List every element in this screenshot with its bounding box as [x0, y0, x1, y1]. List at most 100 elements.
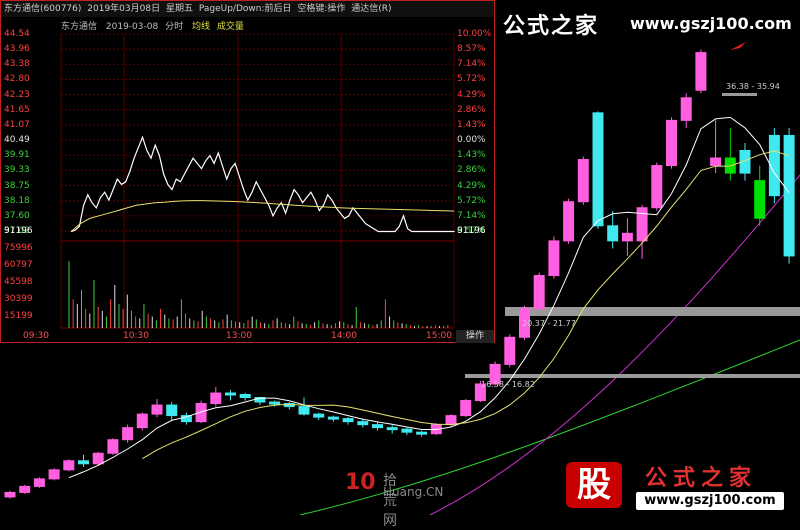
- candle-body: [151, 404, 163, 415]
- price-tick-left: 39.91: [4, 150, 30, 161]
- candle-body: [577, 159, 589, 203]
- price-tick-left: 41.07: [4, 119, 30, 130]
- candle-body: [48, 469, 60, 480]
- candle-body: [666, 119, 677, 167]
- price-tick-left: 37.60: [4, 210, 30, 221]
- percent-tick-right: 5.72%: [457, 195, 486, 206]
- candle-body: [269, 401, 281, 405]
- candle-body: [107, 439, 119, 454]
- candle-body: [357, 421, 369, 426]
- volume-tick-left: 30399: [4, 294, 33, 304]
- watermark-url-bottom: www.gszj100.com: [636, 492, 784, 510]
- percent-tick-right: 4.29%: [457, 180, 486, 191]
- watermark-url-top: www.gszj100.com: [630, 14, 792, 33]
- candle-body: [19, 485, 31, 493]
- candle-body: [372, 424, 383, 429]
- candle-body: [533, 275, 545, 310]
- candle-body: [136, 413, 148, 429]
- candle-body: [298, 406, 310, 415]
- candle-body: [327, 416, 339, 420]
- percent-tick-right: 1.43%: [457, 150, 486, 161]
- percent-tick-right: 10.00%: [457, 29, 492, 39]
- time-tick: 09:30: [23, 331, 49, 341]
- logo-cn-text: 拾荒网: [383, 473, 397, 529]
- time-tick: 15:00: [426, 331, 452, 341]
- candle-body: [122, 427, 134, 441]
- candle-body: [607, 225, 619, 242]
- candle-body: [680, 97, 692, 121]
- percent-tick-right: 7.14%: [457, 59, 486, 70]
- price-tick-left: 42.80: [4, 74, 30, 85]
- candle-body: [636, 207, 648, 242]
- price-tick-left: 42.23: [4, 89, 30, 100]
- candle-body: [225, 392, 236, 396]
- candle-body: [342, 418, 354, 423]
- percent-tick-right: 2.86%: [457, 165, 486, 176]
- ma-band-bar-3: [465, 374, 800, 378]
- time-tick: 10:30: [123, 331, 149, 341]
- volume-tick-left: 15199: [4, 311, 33, 321]
- price-line: [70, 135, 455, 233]
- candle-body: [4, 491, 16, 498]
- candle-body: [445, 415, 457, 426]
- candle-body: [239, 394, 251, 399]
- price-tick-left: 38.75: [4, 180, 30, 191]
- candle-body: [63, 460, 75, 471]
- candle-body: [401, 428, 413, 433]
- price-tick-left: 44.54: [4, 29, 30, 39]
- candle-body: [563, 201, 575, 242]
- ma-band-label-1: 36.38 - 35.94: [726, 82, 780, 91]
- candle-body: [783, 134, 795, 257]
- candle-body: [195, 403, 207, 423]
- volume-tick-right: 91196: [457, 226, 486, 236]
- candle-body: [548, 240, 560, 277]
- candle-body: [92, 452, 104, 465]
- intraday-plot: [60, 33, 455, 329]
- price-tick-left: 39.33: [4, 165, 30, 176]
- candle-body: [460, 400, 472, 417]
- candle-body: [754, 180, 766, 219]
- percent-tick-right: 7.14%: [457, 210, 486, 221]
- watermark-brand-bottom: 公式之家: [645, 466, 758, 491]
- candle-body: [386, 427, 398, 431]
- time-tick: 13:00: [226, 331, 252, 341]
- time-tick: 14:00: [331, 331, 357, 341]
- candle-body: [621, 232, 633, 242]
- candle-body: [592, 112, 604, 227]
- percent-tick-right: 2.86%: [457, 104, 486, 115]
- watermark-brand-top: 公式之家: [503, 14, 600, 39]
- candle-body: [33, 478, 45, 487]
- candle-body: [416, 431, 428, 435]
- candle-body: [78, 460, 89, 465]
- candle-body: [313, 413, 325, 418]
- volume-tick-left: 45598: [4, 277, 33, 287]
- ma-band-label-3: 16.58 - 16.82: [481, 380, 535, 389]
- percent-tick-right: 4.29%: [457, 89, 486, 100]
- price-tick-left: 43.96: [4, 44, 30, 55]
- operate-button[interactable]: 操作: [456, 330, 494, 343]
- price-tick-left: 41.65: [4, 104, 30, 115]
- volume-tick-left: 60797: [4, 260, 33, 270]
- logo-en-text: Huang.CN: [383, 485, 444, 499]
- ma-band-label-2: 20.37 - 21.77: [522, 319, 576, 328]
- percent-tick-right: 0.00%: [457, 135, 486, 146]
- candle-body: [710, 157, 722, 167]
- price-tick-left: 40.49: [4, 135, 30, 146]
- logo-number: 10: [345, 470, 376, 495]
- candle-body: [504, 336, 516, 365]
- percent-tick-right: 5.72%: [457, 74, 486, 85]
- stock-badge-icon: 股: [566, 462, 622, 508]
- intraday-chart-panel[interactable]: 东方通信(600776) 2019年03月08日 星期五 PageUp/Down…: [0, 0, 495, 343]
- percent-tick-right: 1.43%: [457, 119, 486, 130]
- signal-arrow-icon: [730, 42, 746, 50]
- candle-body: [166, 404, 178, 417]
- candle-body: [695, 52, 707, 91]
- ma-band-bar-1: [722, 93, 757, 96]
- percent-tick-right: 8.57%: [457, 44, 486, 55]
- price-tick-left: 38.18: [4, 195, 30, 206]
- candle-body: [210, 392, 222, 405]
- price-tick-left: 43.38: [4, 59, 30, 70]
- volume-tick-left: 91196: [4, 226, 33, 236]
- candle-body: [651, 165, 663, 209]
- volume-tick-left: 75996: [4, 243, 33, 253]
